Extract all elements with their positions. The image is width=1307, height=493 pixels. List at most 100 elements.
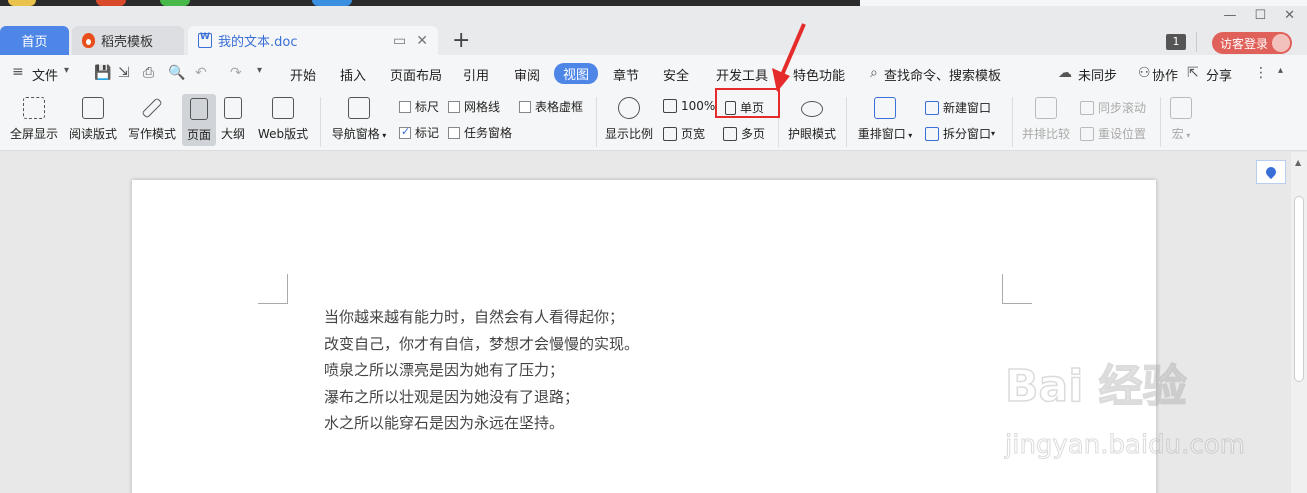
zoom-button[interactable]: 显示比例 [603, 91, 655, 142]
marks-checkbox[interactable]: 标记 [399, 124, 439, 141]
reset-position-label: 重设位置 [1098, 127, 1147, 141]
scrollbar-thumb[interactable] [1294, 196, 1304, 382]
multi-page-button[interactable]: 多页 [723, 125, 765, 142]
page-view-button[interactable]: 页面 [182, 94, 216, 146]
add-tab-button[interactable]: + [452, 28, 470, 53]
sync-scroll-icon [1080, 100, 1094, 115]
document-body[interactable]: 当你越来越有能力时，自然会有人看得起你； 改变自己，你才有自信，梦想才会慢慢的实… [324, 304, 639, 437]
tab-document[interactable]: 我的文本.doc ▭ ✕ [188, 26, 438, 55]
reading-mode-label: 阅读版式 [68, 127, 117, 141]
menu-view[interactable]: 视图 [554, 63, 599, 84]
window-count-badge[interactable]: 1 [1166, 34, 1186, 50]
share-icon: ⇱ [1187, 65, 1199, 81]
menu-reference[interactable]: 引用 [463, 65, 489, 84]
new-window-button[interactable]: 新建窗口 [925, 99, 991, 116]
maximize-button[interactable]: ☐ [1254, 8, 1266, 23]
chevron-down-icon[interactable]: ▾ [257, 65, 262, 76]
tab-template[interactable]: 稻壳模板 [72, 26, 184, 55]
page-width-button[interactable]: 页宽 [663, 125, 705, 142]
tab-bar: — ☐ ✕ 首页 稻壳模板 我的文本.doc ▭ ✕ + 1 访客登录 [0, 6, 1307, 55]
guest-login-button[interactable]: 访客登录 [1212, 32, 1292, 54]
redo-icon[interactable]: ↷ [230, 65, 242, 81]
close-tab-icon[interactable]: ✕ [416, 33, 428, 49]
table-gridlines-checkbox[interactable]: 表格虚框 [519, 98, 583, 115]
undo-icon[interactable]: ↶ [195, 65, 207, 81]
new-window-label: 新建窗口 [943, 101, 992, 115]
ruler-label: 标尺 [415, 100, 440, 114]
new-window-icon [925, 100, 939, 115]
side-by-side-label: 并排比较 [1021, 127, 1070, 141]
gridlines-checkbox[interactable]: 网格线 [448, 98, 500, 115]
task-pane-checkbox[interactable]: 任务窗格 [448, 124, 512, 141]
sync-status[interactable]: 未同步 [1078, 65, 1117, 84]
menu-security[interactable]: 安全 [663, 65, 689, 84]
collapse-ribbon-icon[interactable]: ▴ [1278, 65, 1283, 76]
page-view-label: 页面 [186, 128, 211, 142]
menu-page-layout[interactable]: 页面布局 [390, 65, 442, 84]
close-window-button[interactable]: ✕ [1284, 8, 1295, 23]
pen-icon [141, 97, 163, 119]
table-gridlines-label: 表格虚框 [535, 100, 584, 114]
divider [596, 97, 597, 147]
chevron-down-icon[interactable]: ▾ [64, 65, 69, 76]
split-window-label: 拆分窗口 [943, 127, 992, 141]
eye-icon [801, 101, 823, 117]
eye-protection-button[interactable]: 护眼模式 [785, 91, 839, 142]
web-layout-button[interactable]: Web版式 [256, 91, 310, 142]
margin-corner-top-right [1002, 274, 1032, 304]
word-doc-icon [198, 32, 212, 48]
table-gridlines-box [519, 100, 531, 113]
zoom-100-button[interactable]: 100% [663, 99, 715, 113]
collab-button[interactable]: 协作 [1152, 65, 1178, 84]
sync-scroll-button[interactable]: 同步滚动 [1080, 99, 1146, 116]
tab-home[interactable]: 首页 [0, 26, 69, 55]
document-line: 水之所以能穿石是因为永远在坚持。 [324, 414, 565, 432]
side-by-side-button[interactable]: 并排比较 [1020, 91, 1072, 142]
nav-pane-button[interactable]: 导航窗格 ▾ [330, 91, 388, 142]
rearrange-window-button[interactable]: 重排窗口 ▾ [854, 91, 916, 142]
menu-chapter[interactable]: 章节 [613, 65, 639, 84]
side-by-side-icon [1035, 97, 1057, 119]
web-layout-label: Web版式 [257, 127, 309, 141]
print-icon[interactable]: ⎙ [143, 65, 154, 81]
ruler-checkbox[interactable]: 标尺 [399, 98, 439, 115]
command-search[interactable]: 查找命令、搜索模板 [884, 65, 1001, 84]
reading-mode-button[interactable]: 阅读版式 [66, 91, 120, 142]
location-button[interactable] [1256, 160, 1286, 184]
more-icon[interactable]: ⋮ [1254, 65, 1268, 81]
vertical-scrollbar[interactable]: ▲ [1291, 152, 1307, 493]
eye-protection-label: 护眼模式 [787, 127, 836, 141]
document-line: 喷泉之所以漂亮是因为她有了压力； [324, 361, 565, 379]
save-icon[interactable]: 💾 [94, 65, 111, 81]
minimize-button[interactable]: — [1223, 8, 1236, 23]
float-window-icon[interactable]: ▭ [393, 33, 406, 49]
outline-button[interactable]: 大纲 [218, 91, 248, 142]
share-button[interactable]: 分享 [1206, 65, 1232, 84]
menu-insert[interactable]: 插入 [340, 65, 366, 84]
export-icon[interactable]: ⇲ [118, 65, 130, 81]
print-preview-icon[interactable]: 🔍 [168, 65, 185, 81]
document-page[interactable]: 当你越来越有能力时，自然会有人看得起你； 改变自己，你才有自信，梦想才会慢慢的实… [132, 180, 1156, 493]
margin-corner-top-left [258, 274, 288, 304]
document-line: 当你越来越有能力时，自然会有人看得起你； [324, 308, 625, 326]
menu-file[interactable]: 文件 [32, 65, 58, 84]
zoom-label: 显示比例 [604, 127, 653, 141]
fullscreen-label: 全屏显示 [9, 127, 58, 141]
page-width-icon [663, 126, 677, 141]
multi-page-label: 多页 [741, 127, 766, 141]
task-pane-box [448, 126, 460, 139]
reset-position-button[interactable]: 重设位置 [1080, 125, 1146, 142]
writing-mode-button[interactable]: 写作模式 [126, 91, 178, 142]
menu-start[interactable]: 开始 [290, 65, 316, 84]
fullscreen-button[interactable]: 全屏显示 [8, 91, 60, 142]
avatar [1272, 34, 1290, 52]
split-window-button[interactable]: 拆分窗口 ▾ [925, 125, 995, 142]
divider [1196, 32, 1197, 52]
sync-scroll-label: 同步滚动 [1098, 101, 1147, 115]
scroll-up-icon[interactable]: ▲ [1295, 158, 1301, 167]
macro-label: 宏 [1171, 127, 1184, 141]
menu-review[interactable]: 审阅 [514, 65, 540, 84]
book-icon [82, 97, 104, 119]
hamburger-icon[interactable]: ≡ [12, 64, 24, 80]
macro-button[interactable]: 宏 ▾ [1166, 91, 1196, 142]
